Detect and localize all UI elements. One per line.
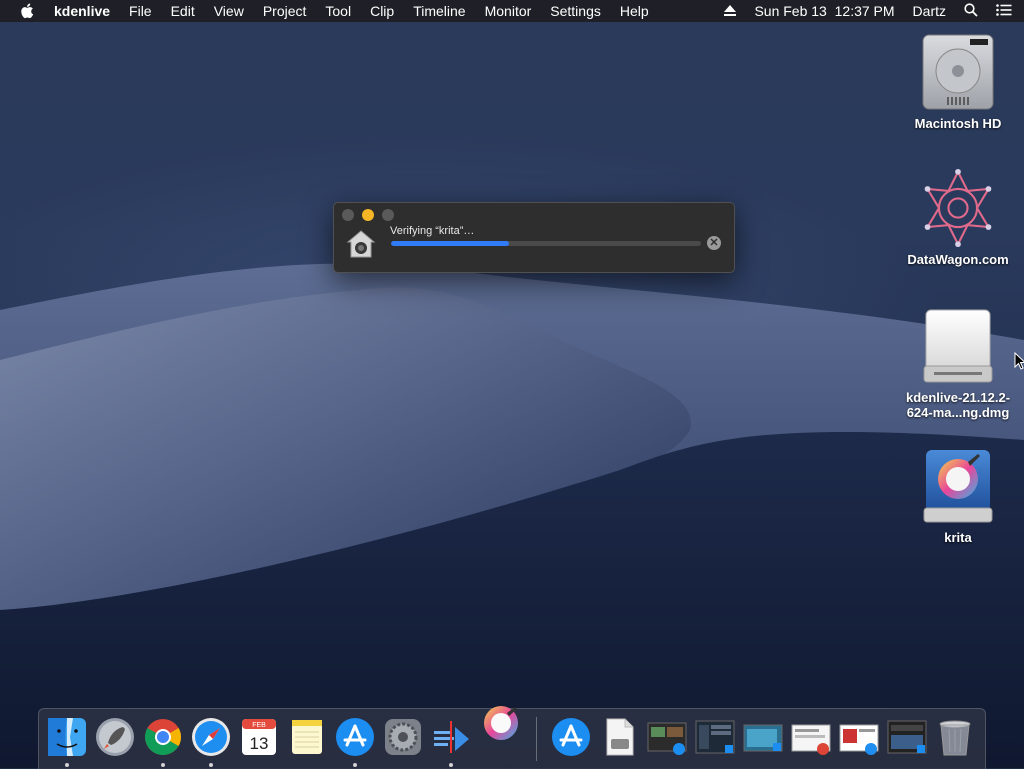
installer-home-icon <box>346 229 376 259</box>
verifying-dialog: Verifying “krita”… ✕ <box>333 202 735 273</box>
datawagon-logo-icon <box>918 168 998 248</box>
minimize-button[interactable] <box>362 209 374 221</box>
app-store-icon <box>552 718 590 756</box>
document-icon <box>606 718 634 756</box>
dock-system-preferences[interactable] <box>383 717 423 757</box>
dock-calendar[interactable]: FEB 13 <box>239 717 279 757</box>
dock-recent-document[interactable] <box>599 717 639 757</box>
verification-progress-bar <box>391 241 701 246</box>
gear-icon <box>385 719 421 755</box>
desktop-icon-label: 624-ma...ng.dmg <box>906 405 1010 420</box>
dock-krita[interactable] <box>481 703 521 743</box>
launchpad-rocket-icon <box>96 718 134 756</box>
screenshot-thumbnail-icon <box>695 720 735 754</box>
menu-help[interactable]: Help <box>620 3 649 19</box>
desktop-icon-label: krita <box>944 530 972 545</box>
calendar-month: FEB <box>252 722 266 729</box>
app-menu-kdenlive[interactable]: kdenlive <box>54 3 110 19</box>
apple-icon[interactable] <box>20 3 36 19</box>
kdenlive-icon <box>434 721 469 753</box>
finder-icon <box>48 718 86 756</box>
calendar-day: 13 <box>250 734 269 753</box>
dock-recent-screenshot-4[interactable] <box>791 717 831 757</box>
desktop-icon-label: kdenlive-21.12.2- <box>905 390 1011 405</box>
menu-settings[interactable]: Settings <box>550 3 601 19</box>
notes-icon <box>292 720 322 754</box>
dock: FEB 13 <box>38 706 986 769</box>
dock-app-store[interactable] <box>335 717 375 757</box>
eject-icon[interactable] <box>724 3 737 19</box>
desktop-icon-label: DataWagon.com <box>907 252 1009 267</box>
dock-running-indicator <box>449 763 453 767</box>
clock[interactable]: Sun Feb 13 12:37 PM <box>754 3 894 19</box>
dock-running-indicator <box>65 763 69 767</box>
screenshot-thumbnail-icon <box>839 724 879 755</box>
mouse-cursor-icon <box>1014 351 1024 375</box>
desktop-icon-datawagon[interactable]: DataWagon.com <box>898 168 1018 267</box>
dock-chrome[interactable] <box>143 717 183 757</box>
dock-running-indicator <box>353 763 357 767</box>
desktop-icon-label: Macintosh HD <box>914 116 1002 131</box>
screenshot-thumbnail-icon <box>647 722 687 755</box>
menu-timeline[interactable]: Timeline <box>413 3 465 19</box>
desktop-icon-kdenlive-dmg[interactable]: kdenlive-21.12.2- 624-ma...ng.dmg <box>898 306 1018 420</box>
dock-notes[interactable] <box>287 717 327 757</box>
dock-running-indicator <box>209 763 213 767</box>
dock-safari[interactable] <box>191 717 231 757</box>
desktop-background <box>0 0 1024 768</box>
dock-recent-screenshot-3[interactable] <box>743 717 783 757</box>
screenshot-thumbnail-icon <box>791 724 831 755</box>
spotlight-search-icon[interactable] <box>964 2 978 20</box>
krita-volume-icon <box>918 446 998 526</box>
dock-recent-screenshot-5[interactable] <box>839 717 879 757</box>
chrome-icon <box>144 719 182 756</box>
cancel-verification-icon[interactable]: ✕ <box>707 236 721 250</box>
calendar-icon: FEB 13 <box>242 719 276 755</box>
menu-edit[interactable]: Edit <box>171 3 195 19</box>
disk-image-icon <box>918 306 998 386</box>
menu-project[interactable]: Project <box>263 3 307 19</box>
desert-dunes-wallpaper <box>0 263 1024 768</box>
desktop-icon-krita[interactable]: krita <box>898 446 1018 545</box>
dock-kdenlive[interactable] <box>431 717 471 757</box>
screenshot-thumbnail-icon <box>743 724 783 752</box>
notification-center-icon[interactable] <box>996 3 1012 19</box>
menu-clip[interactable]: Clip <box>370 3 394 19</box>
zoom-button[interactable] <box>382 209 394 221</box>
dock-trash[interactable] <box>935 717 975 757</box>
screenshot-thumbnail-icon <box>887 720 927 754</box>
menu-bar: kdenlive File Edit View Project Tool Cli… <box>0 0 1024 22</box>
dock-recent-app-store[interactable] <box>551 717 591 757</box>
trash-icon <box>939 720 971 756</box>
verifying-message: Verifying “krita”… <box>390 225 475 237</box>
krita-icon <box>484 706 518 740</box>
user-menu[interactable]: Dartz <box>913 3 946 19</box>
menu-tool[interactable]: Tool <box>325 3 351 19</box>
menu-file[interactable]: File <box>129 3 152 19</box>
menu-monitor[interactable]: Monitor <box>485 3 532 19</box>
dock-finder[interactable] <box>47 717 87 757</box>
progress-fill <box>391 241 509 246</box>
app-store-icon <box>336 718 374 756</box>
dock-recent-screenshot-1[interactable] <box>647 717 687 757</box>
dock-separator <box>536 717 537 761</box>
dock-recent-screenshot-6[interactable] <box>887 717 927 757</box>
safari-compass-icon <box>192 718 230 756</box>
menu-view[interactable]: View <box>214 3 244 19</box>
dock-launchpad[interactable] <box>95 717 135 757</box>
close-button[interactable] <box>342 209 354 221</box>
desktop-icon-macintosh-hd[interactable]: Macintosh HD <box>898 32 1018 131</box>
hard-drive-icon <box>918 32 998 112</box>
dock-recent-screenshot-2[interactable] <box>695 717 735 757</box>
dock-running-indicator <box>161 763 165 767</box>
